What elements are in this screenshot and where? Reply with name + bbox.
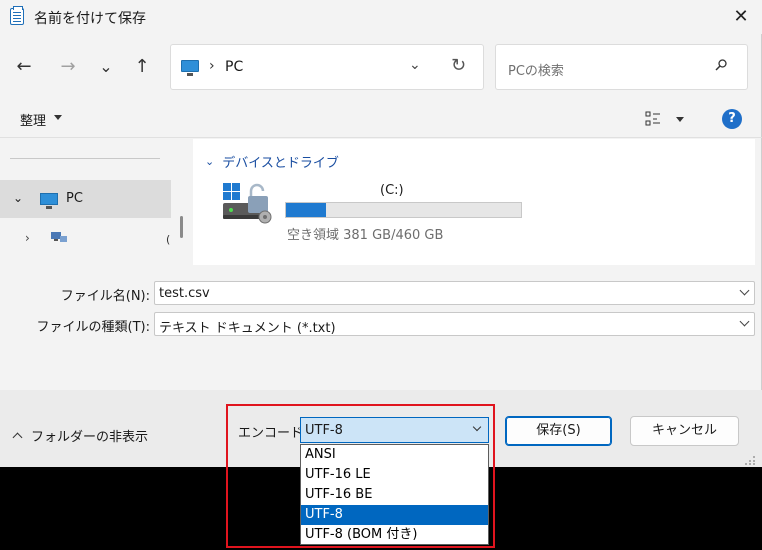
title-bar: 名前を付けて保存 ✕: [0, 0, 762, 34]
drive-name[interactable]: (C:): [380, 183, 404, 198]
encoding-option[interactable]: UTF-16 BE: [301, 485, 488, 505]
tree-item-clipped-text: (: [166, 233, 171, 246]
search-placeholder: PCの検索: [508, 64, 564, 79]
group-header-label: デバイスとドライブ: [222, 156, 339, 171]
navpane-divider: [10, 158, 160, 159]
save-as-dialog: 名前を付けて保存 ✕ ← → ⌄ ↑ › PC ⌄ ↻ PCの検索 整理 ? ⌄…: [0, 0, 762, 467]
dialog-title: 名前を付けて保存: [34, 11, 146, 27]
tree-item-label: PC: [66, 191, 83, 206]
computer-icon: [40, 193, 58, 209]
drive-usage-bar: [285, 202, 522, 218]
encoding-option[interactable]: UTF-8: [301, 505, 488, 525]
network-drive-icon: [51, 232, 67, 242]
chevron-down-icon[interactable]: [739, 316, 750, 327]
search-icon[interactable]: [715, 59, 727, 71]
filetype-value: テキスト ドキュメント (*.txt): [159, 321, 336, 336]
navigation-bar: ← → ⌄ ↑ › PC ⌄ ↻ PCの検索: [0, 44, 762, 90]
encoding-option[interactable]: UTF-8 (BOM 付き): [301, 525, 488, 545]
cancel-button[interactable]: キャンセル: [630, 416, 739, 446]
file-list-area: ⌄ デバイスとドライブ (C:) 空き領域 381 GB/460 GB: [193, 139, 755, 265]
resize-grip-icon[interactable]: [742, 455, 756, 465]
address-bar[interactable]: › PC ⌄ ↻: [170, 44, 484, 90]
address-path[interactable]: PC: [225, 59, 243, 75]
command-bar: 整理 ?: [0, 100, 762, 138]
tree-item-pc[interactable]: ⌄ PC: [0, 180, 171, 218]
save-button[interactable]: 保存(S): [505, 416, 612, 446]
recent-locations-button[interactable]: ⌄: [92, 52, 120, 80]
filetype-label: ファイルの種類(T):: [36, 320, 150, 335]
caret-down-icon[interactable]: [54, 115, 62, 120]
filetype-select[interactable]: テキスト ドキュメント (*.txt): [154, 312, 755, 336]
hide-folders-label: フォルダーの非表示: [31, 430, 149, 445]
forward-button[interactable]: →: [54, 52, 82, 80]
close-button[interactable]: ✕: [728, 4, 754, 30]
filename-field[interactable]: test.csv: [154, 281, 755, 305]
locked-drive-icon[interactable]: [221, 181, 277, 229]
navigation-pane: ⌄ PC › (: [0, 139, 193, 265]
computer-icon: [181, 60, 199, 76]
encoding-dropdown-list[interactable]: ANSI UTF-16 LE UTF-16 BE UTF-8 UTF-8 (BO…: [300, 444, 489, 545]
organize-menu-button[interactable]: 整理: [20, 110, 46, 129]
hide-folders-button[interactable]: フォルダーの非表示: [10, 426, 148, 445]
notepad-app-icon: [10, 6, 24, 25]
navpane-scrollbar-thumb[interactable]: [180, 216, 183, 238]
view-caret-down-icon[interactable]: [676, 117, 684, 122]
group-header-devices[interactable]: ⌄ デバイスとドライブ: [205, 152, 339, 171]
help-icon[interactable]: ?: [722, 109, 742, 129]
up-button[interactable]: ↑: [128, 52, 156, 80]
search-box[interactable]: PCの検索: [495, 44, 748, 90]
chevron-up-icon[interactable]: [12, 432, 23, 443]
expanded-chevron-icon[interactable]: ⌄: [13, 191, 23, 205]
encoding-option[interactable]: ANSI: [301, 445, 488, 465]
refresh-button[interactable]: ↻: [451, 55, 466, 76]
address-history-dropdown[interactable]: ⌄: [409, 57, 421, 73]
view-options-icon[interactable]: [645, 111, 661, 127]
filename-value[interactable]: test.csv: [159, 286, 210, 301]
filename-label: ファイル名(N):: [60, 289, 150, 304]
breadcrumb-separator[interactable]: ›: [209, 58, 215, 74]
drive-free-space: 空き領域 381 GB/460 GB: [287, 228, 444, 243]
tree-item-network[interactable]: › (: [0, 225, 171, 253]
collapsed-chevron-icon[interactable]: ›: [25, 231, 30, 245]
encoding-option[interactable]: UTF-16 LE: [301, 465, 488, 485]
back-button[interactable]: ←: [10, 52, 38, 80]
group-chevron-icon[interactable]: ⌄: [205, 155, 214, 168]
drive-usage-fill: [286, 203, 326, 217]
chevron-down-icon[interactable]: [739, 285, 750, 296]
